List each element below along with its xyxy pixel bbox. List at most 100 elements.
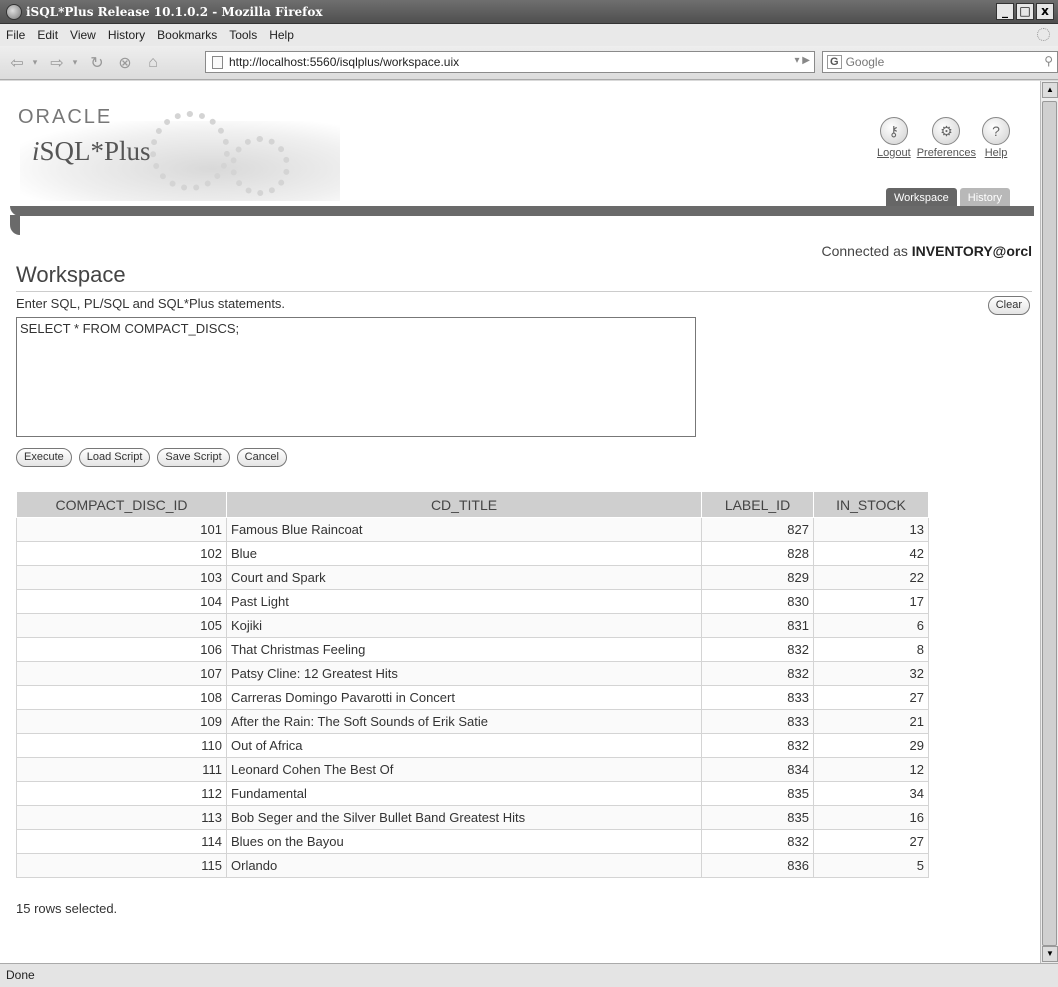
table-cell: 104 [16, 589, 227, 614]
back-icon[interactable]: ⇦ [6, 52, 28, 74]
help-link[interactable]: ? Help [982, 117, 1010, 159]
table-cell: 832 [701, 829, 814, 854]
search-engine-icon[interactable]: G [827, 55, 842, 69]
forward-icon[interactable]: ⇨ [46, 52, 68, 74]
table-cell: 22 [813, 565, 929, 590]
close-button[interactable]: x [1036, 3, 1054, 20]
table-cell: 111 [16, 757, 227, 782]
reload-icon[interactable]: ↻ [86, 52, 108, 74]
table-cell: 32 [813, 661, 929, 686]
table-cell: 833 [701, 685, 814, 710]
column-header: CD_TITLE [226, 491, 702, 518]
table-cell: 833 [701, 709, 814, 734]
search-icon[interactable]: ⚲ [1044, 54, 1053, 68]
forward-dropdown-icon[interactable]: ▾ [70, 52, 80, 74]
stop-icon[interactable]: ⊗ [114, 52, 136, 74]
rows-summary: 15 rows selected. [16, 901, 118, 916]
throbber-icon [1037, 28, 1050, 41]
header-bar [10, 206, 1034, 216]
search-box[interactable]: G Google ⚲ [822, 51, 1058, 73]
table-row: 102 Blue 828 42 [16, 541, 929, 566]
table-row: 113 Bob Seger and the Silver Bullet Band … [16, 805, 929, 830]
gear-decoration [230, 136, 290, 196]
vertical-scrollbar[interactable]: ▲ ▼ [1040, 81, 1058, 963]
table-cell: 115 [16, 853, 227, 878]
table-cell: 108 [16, 685, 227, 710]
preferences-link[interactable]: ⚙ Preferences [917, 117, 976, 159]
table-cell: Leonard Cohen The Best Of [226, 757, 702, 782]
logout-link[interactable]: ⚷ Logout [877, 117, 911, 159]
column-header: COMPACT_DISC_ID [16, 491, 227, 518]
menu-history[interactable]: History [108, 28, 145, 42]
table-cell: 112 [16, 781, 227, 806]
menu-help[interactable]: Help [269, 28, 294, 42]
table-cell: Patsy Cline: 12 Greatest Hits [226, 661, 702, 686]
cancel-button[interactable]: Cancel [236, 448, 287, 467]
table-cell: 835 [701, 805, 814, 830]
table-cell: 109 [16, 709, 227, 734]
maximize-button[interactable]: □ [1016, 3, 1034, 20]
home-icon[interactable]: ⌂ [142, 52, 164, 74]
table-cell: 106 [16, 637, 227, 662]
table-row: 106 That Christmas Feeling 832 8 [16, 637, 929, 662]
scrollbar-thumb[interactable] [1042, 101, 1057, 946]
table-cell: 836 [701, 853, 814, 878]
url-text: http://localhost:5560/isqlplus/workspace… [229, 55, 460, 69]
menu-bookmarks[interactable]: Bookmarks [157, 28, 217, 42]
table-cell: 113 [16, 805, 227, 830]
table-row: 103 Court and Spark 829 22 [16, 565, 929, 590]
table-cell: 831 [701, 613, 814, 638]
table-cell: 829 [701, 565, 814, 590]
product-logo-prefix: i [32, 136, 40, 166]
menu-view[interactable]: View [70, 28, 96, 42]
window-controls: _ □ x [996, 3, 1054, 20]
page-title: Workspace [16, 262, 126, 287]
table-cell: 832 [701, 733, 814, 758]
minimize-button[interactable]: _ [996, 3, 1014, 20]
firefox-icon [6, 3, 22, 20]
menu-edit[interactable]: Edit [37, 28, 58, 42]
help-label: Help [984, 147, 1008, 159]
window-titlebar: iSQL*Plus Release 10.1.0.2 - Mozilla Fir… [0, 0, 1058, 24]
connection-status: Connected as INVENTORY@orcl [821, 243, 1032, 259]
clear-button[interactable]: Clear [987, 296, 1030, 315]
page-content: ORACLE iSQL*Plus ⚷ Logout ⚙ Preferences … [0, 81, 1040, 963]
table-cell: 17 [813, 589, 929, 614]
save-script-button[interactable]: Save Script [157, 448, 230, 467]
scroll-up-icon[interactable]: ▲ [1042, 82, 1058, 98]
window-title: iSQL*Plus Release 10.1.0.2 - Mozilla Fir… [26, 4, 323, 19]
logout-label: Logout [877, 147, 911, 159]
back-dropdown-icon[interactable]: ▾ [30, 52, 40, 74]
action-buttons: Execute Load Script Save Script Cancel [16, 448, 287, 467]
tab-workspace[interactable]: Workspace [885, 188, 957, 208]
table-row: 108 Carreras Domingo Pavarotti in Concert… [16, 685, 929, 710]
menu-file[interactable]: File [6, 28, 25, 42]
table-cell: 102 [16, 541, 227, 566]
table-cell: 34 [813, 781, 929, 806]
execute-button[interactable]: Execute [16, 448, 72, 467]
table-cell: Orlando [226, 853, 702, 878]
connection-prefix: Connected as [821, 243, 908, 259]
tab-history[interactable]: History [959, 188, 1010, 208]
table-cell: 105 [16, 613, 227, 638]
header-bar-curve [10, 215, 26, 235]
sql-editor[interactable]: SELECT * FROM COMPACT_DISCS; [16, 317, 696, 437]
product-logo: iSQL*Plus [32, 136, 151, 167]
title-divider [16, 291, 1032, 292]
table-cell: Past Light [226, 589, 702, 614]
table-cell: 832 [701, 637, 814, 662]
menu-tools[interactable]: Tools [229, 28, 257, 42]
load-script-button[interactable]: Load Script [78, 448, 151, 467]
table-cell: 830 [701, 589, 814, 614]
table-cell: 828 [701, 541, 814, 566]
go-icon[interactable]: ▾ ▶ [795, 55, 811, 66]
table-cell: 835 [701, 781, 814, 806]
connection-user: INVENTORY@orcl [911, 243, 1032, 259]
scroll-down-icon[interactable]: ▼ [1042, 946, 1058, 962]
url-bar[interactable]: http://localhost:5560/isqlplus/workspace… [205, 51, 815, 73]
preferences-label: Preferences [916, 147, 976, 159]
preferences-icon: ⚙ [932, 117, 961, 145]
table-cell: That Christmas Feeling [226, 637, 702, 662]
status-bar: Done [0, 963, 1058, 987]
table-cell: 101 [16, 517, 227, 542]
